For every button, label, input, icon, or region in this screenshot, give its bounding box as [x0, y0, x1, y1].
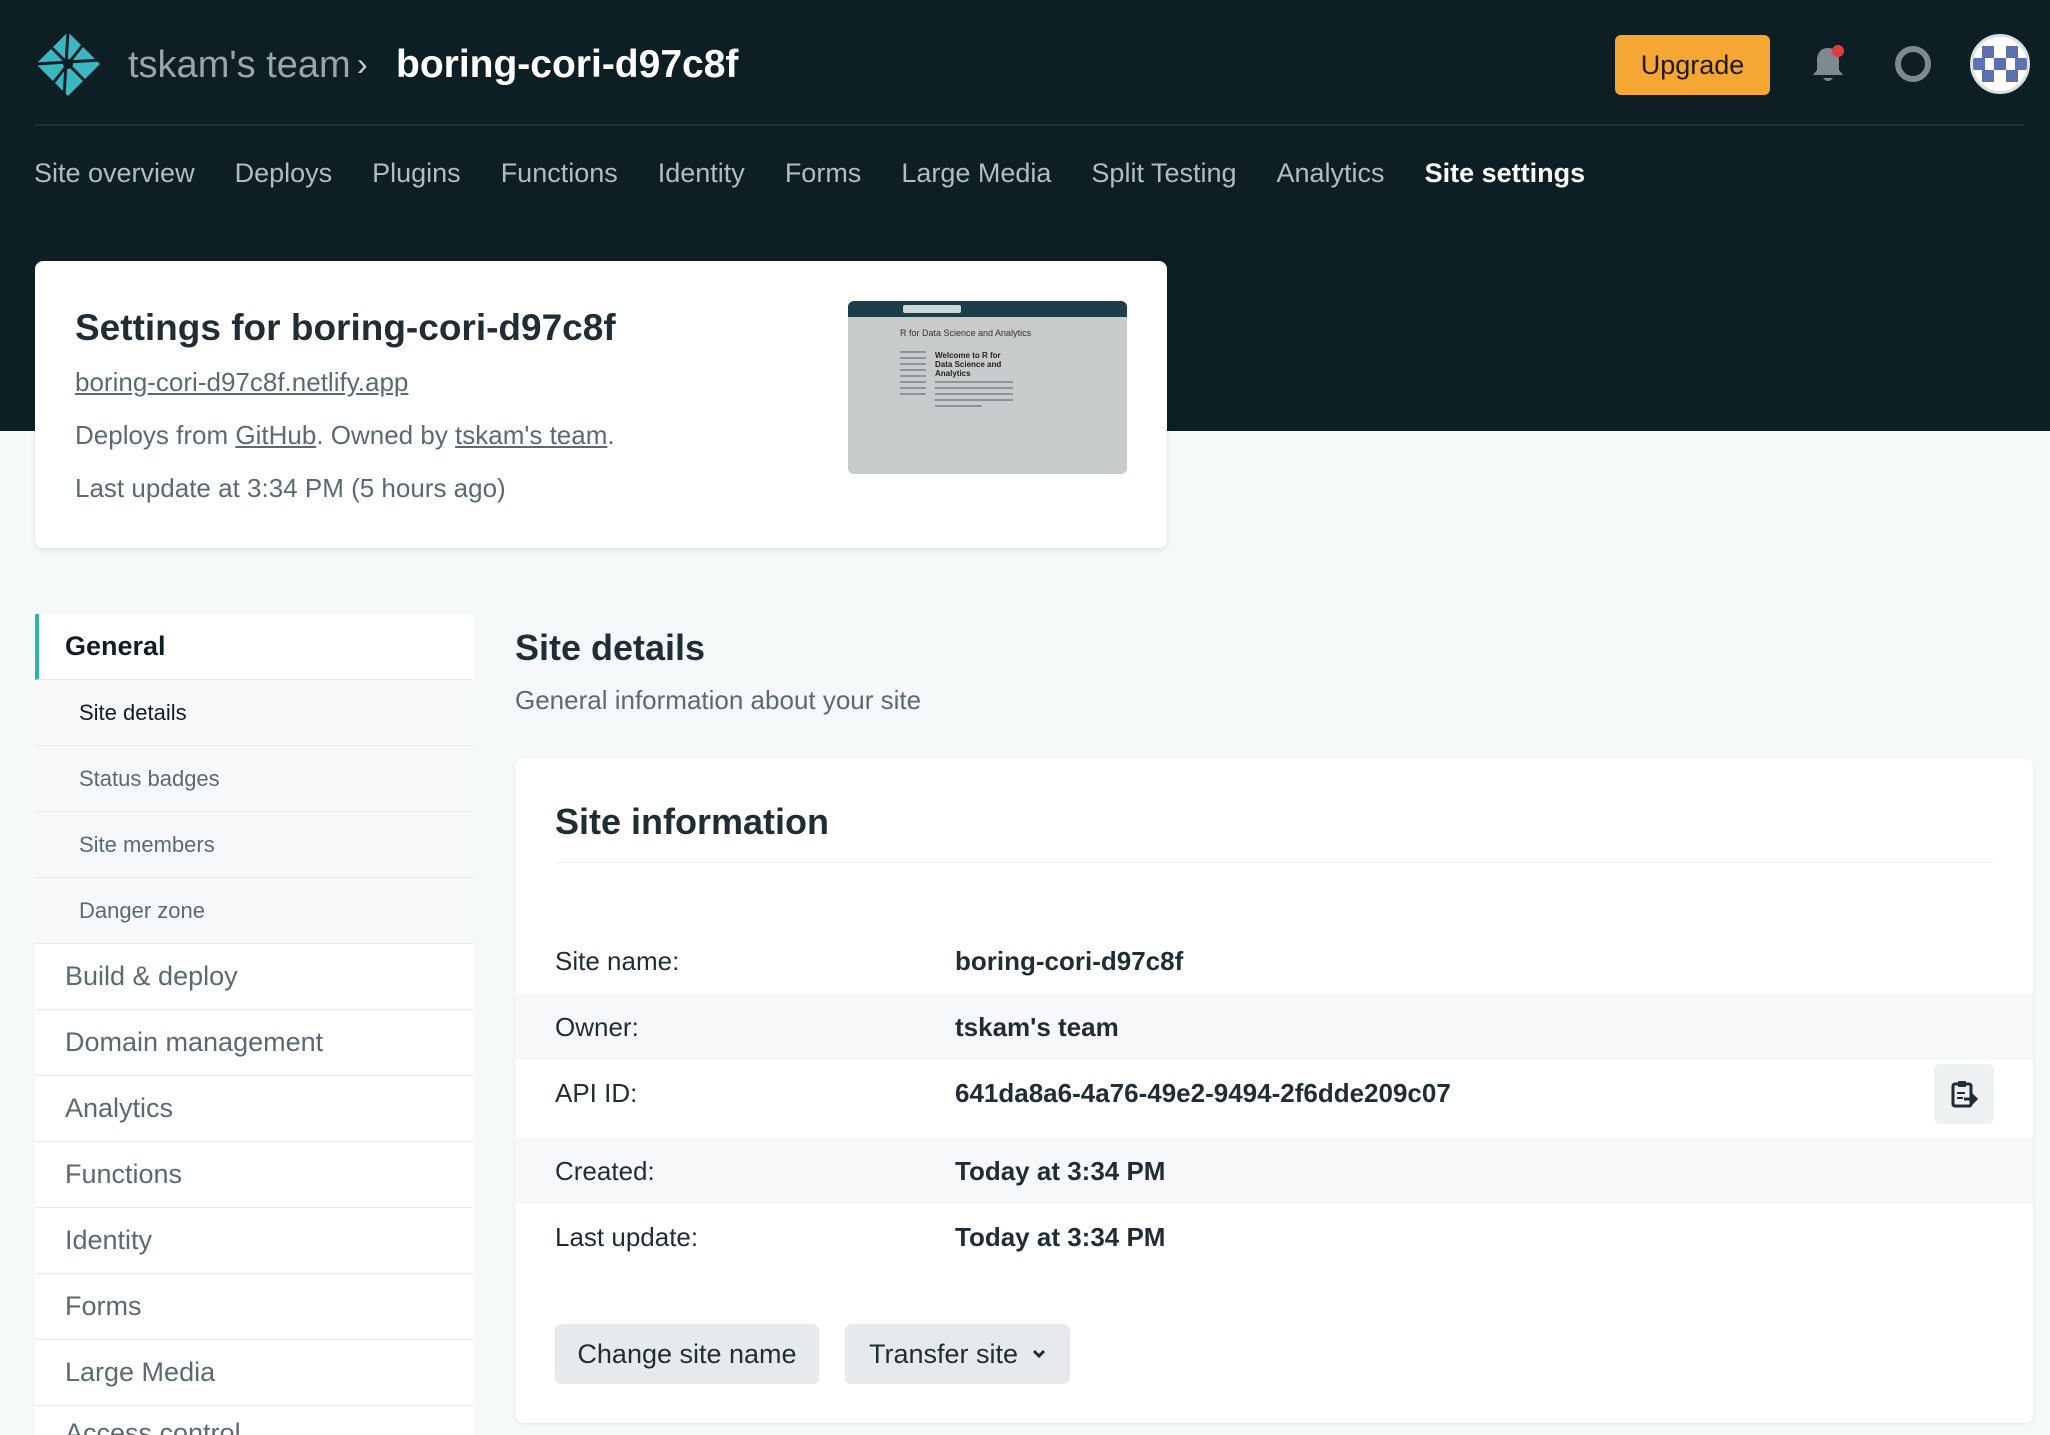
upgrade-button[interactable]: Upgrade [1615, 35, 1770, 95]
info-row-api-id: API ID: 641da8a6-4a76-49e2-9494-2f6dde20… [515, 1060, 2033, 1126]
clipboard-icon [1951, 1081, 1978, 1108]
info-row-owner: Owner: tskam's team [515, 994, 2033, 1060]
transfer-site-button[interactable]: Transfer site [845, 1324, 1070, 1384]
preview-navbar [848, 301, 1127, 317]
sidebar-item-forms[interactable]: Forms [35, 1274, 474, 1340]
sidebar-item-access-control-label: Access control [65, 1418, 241, 1435]
sidebar-subitem-status-badges[interactable]: Status badges [35, 746, 474, 812]
nav-analytics[interactable]: Analytics [1277, 158, 1385, 198]
card-title: Site information [555, 801, 830, 842]
settings-sidebar: General Site details Status badges Site … [35, 614, 474, 1435]
sidebar-item-large-media[interactable]: Large Media [35, 1340, 474, 1406]
sidebar-item-general[interactable]: General [35, 614, 474, 680]
info-key: Last update: [555, 1221, 699, 1252]
info-value: Today at 3:34 PM [955, 1155, 1166, 1186]
info-key: API ID: [555, 1077, 638, 1108]
card-divider [555, 862, 1993, 863]
site-nav: Site overview Deploys Plugins Functions … [34, 158, 1625, 198]
sidebar-item-functions[interactable]: Functions [35, 1142, 474, 1208]
site-url-link[interactable]: boring-cori-d97c8f.netlify.app [75, 367, 408, 398]
top-bar: tskam's team › boring-cori-d97c8f Upgrad… [0, 0, 2050, 126]
nav-deploys[interactable]: Deploys [235, 158, 333, 198]
sidebar-subitem-site-details[interactable]: Site details [35, 680, 474, 746]
avatar[interactable] [1970, 34, 2030, 94]
breadcrumb-separator: › [357, 46, 368, 82]
preview-body-lines [935, 381, 1013, 411]
preview-title: R for Data Science and Analytics [900, 328, 1032, 338]
help-lifebuoy-icon[interactable] [1894, 45, 1932, 83]
info-key: Site name: [555, 945, 680, 976]
info-value[interactable]: 641da8a6-4a76-49e2-9494-2f6dde209c07 [955, 1078, 1451, 1109]
site-summary-card: Settings for boring-cori-d97c8f boring-c… [35, 261, 1167, 548]
owner-link[interactable]: tskam's team [455, 420, 607, 450]
site-preview-thumbnail[interactable]: R for Data Science and Analytics Welcome… [848, 301, 1127, 474]
info-value: Today at 3:34 PM [955, 1221, 1166, 1252]
deploy-info: Deploys from GitHub. Owned by tskam's te… [75, 420, 615, 451]
sidebar-item-analytics[interactable]: Analytics [35, 1076, 474, 1142]
bell-icon[interactable] [1808, 42, 1848, 86]
info-row-created: Created: Today at 3:34 PM [515, 1138, 2033, 1204]
info-value: tskam's team [955, 1011, 1119, 1042]
sidebar-subitem-site-members[interactable]: Site members [35, 812, 474, 878]
copy-api-id-button[interactable] [1934, 1064, 1994, 1124]
preview-heading: Welcome to R for Data Science and Analyt… [935, 351, 1002, 378]
nav-functions[interactable]: Functions [501, 158, 618, 198]
info-row-last-update: Last update: Today at 3:34 PM [515, 1204, 2033, 1270]
owned-prefix: . Owned by [316, 420, 456, 450]
owned-suffix: . [607, 420, 615, 450]
change-site-name-button[interactable]: Change site name [555, 1324, 819, 1384]
page-title: Site details [515, 627, 706, 668]
site-information-card: Site information Site name: boring-cori-… [515, 758, 2033, 1423]
nav-plugins[interactable]: Plugins [372, 158, 461, 198]
nav-forms[interactable]: Forms [785, 158, 862, 198]
page-subtitle: General information about your site [515, 685, 922, 715]
nav-split-testing[interactable]: Split Testing [1091, 158, 1236, 198]
breadcrumb-site[interactable]: boring-cori-d97c8f [396, 43, 738, 87]
info-row-site-name: Site name: boring-cori-d97c8f [515, 928, 2033, 994]
last-update-text: Last update at 3:34 PM (5 hours ago) [75, 473, 506, 503]
sidebar-item-access-control[interactable]: Access control [35, 1406, 474, 1435]
info-key: Owner: [555, 1011, 639, 1042]
header-divider [34, 124, 2024, 126]
settings-title: Settings for boring-cori-d97c8f [75, 307, 616, 348]
preview-sidebar-lines [900, 351, 926, 399]
avatar-pattern-icon [1973, 37, 2027, 91]
sidebar-item-domain-management[interactable]: Domain management [35, 1010, 474, 1076]
sidebar-subitem-danger-zone[interactable]: Danger zone [35, 878, 474, 944]
chevron-down-icon [1032, 1349, 1046, 1359]
info-key: Created: [555, 1155, 655, 1186]
breadcrumb-team[interactable]: tskam's team [128, 44, 351, 87]
netlify-logo-icon[interactable] [34, 30, 102, 98]
transfer-site-label: Transfer site [868, 1338, 1019, 1369]
sidebar-item-build-deploy[interactable]: Build & deploy [35, 944, 474, 1010]
sidebar-item-identity[interactable]: Identity [35, 1208, 474, 1274]
info-value: boring-cori-d97c8f [955, 945, 1184, 976]
nav-site-overview[interactable]: Site overview [34, 158, 195, 198]
nav-large-media[interactable]: Large Media [901, 158, 1051, 198]
nav-identity[interactable]: Identity [658, 158, 745, 198]
nav-site-settings[interactable]: Site settings [1425, 158, 1586, 198]
github-link[interactable]: GitHub [235, 420, 316, 450]
deploys-prefix: Deploys from [75, 420, 236, 450]
change-site-name-label: Change site name [577, 1338, 797, 1369]
